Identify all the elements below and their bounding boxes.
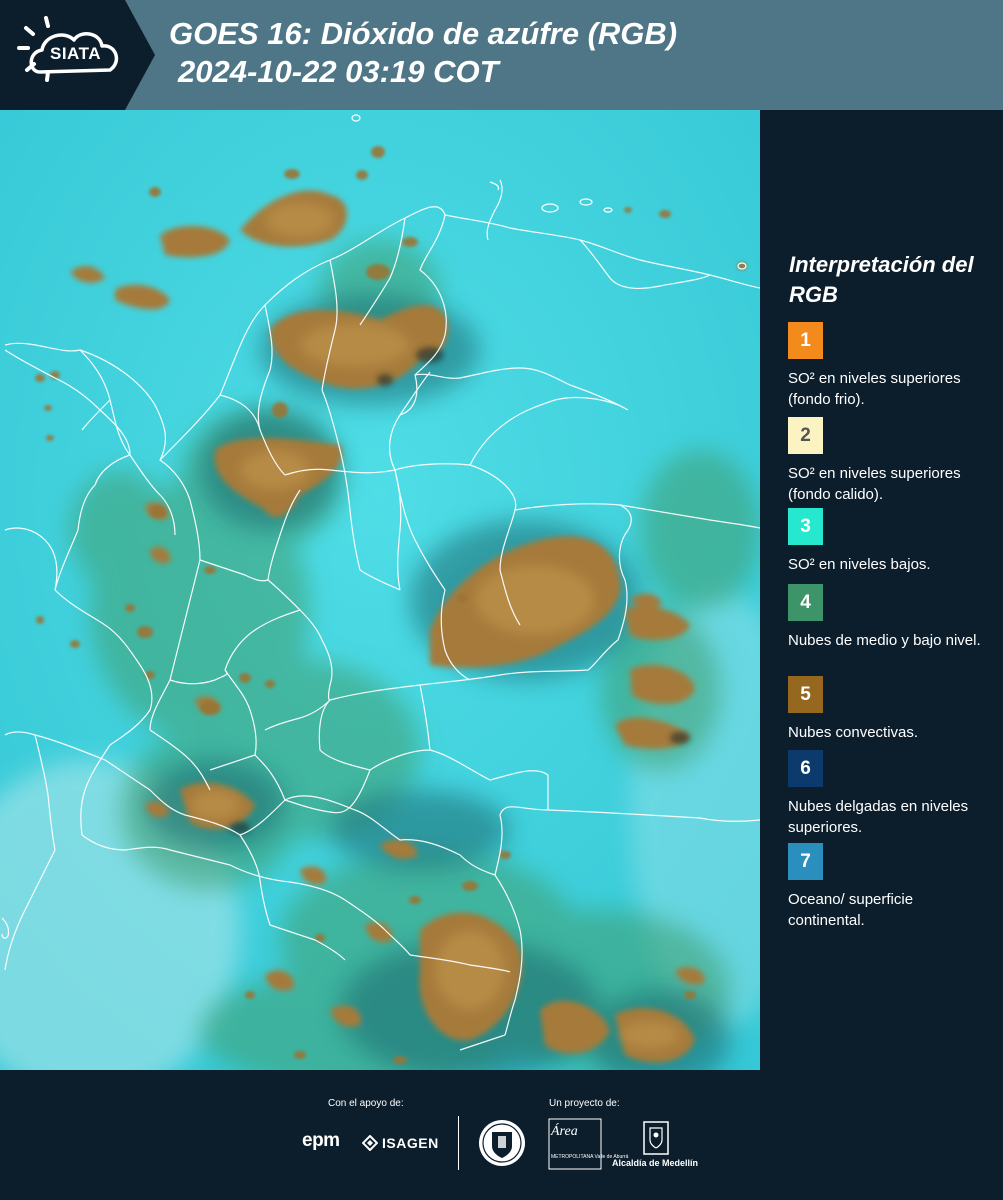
legend-swatch: 1 xyxy=(788,322,823,359)
legend-swatch: 4 xyxy=(788,584,823,621)
page-title: GOES 16: Dióxido de azúfre (RGB) xyxy=(169,16,678,51)
legend-text: Nubes convectivas. xyxy=(788,724,919,741)
support-label: Con el apoyo de: xyxy=(328,1098,404,1109)
legend-number: 5 xyxy=(800,683,811,705)
siata-logo-text: SIATA xyxy=(50,44,101,63)
legend-text: Oceano/ superficie continental. xyxy=(788,891,914,929)
header-bar: SIATA GOES 16: Dióxido de azúfre (RGB) 2… xyxy=(0,0,1003,110)
alcaldia-label: Alcaldía de Medellín xyxy=(612,1158,699,1168)
epm-logo: epm xyxy=(302,1130,340,1151)
legend-swatch: 5 xyxy=(788,676,823,713)
project-label: Un proyecto de: xyxy=(549,1098,620,1109)
legend-swatch: 6 xyxy=(788,750,823,787)
isagen-logo: ISAGEN xyxy=(362,1132,439,1154)
page-timestamp: 2024-10-22 03:19 COT xyxy=(178,54,499,89)
isagen-icon xyxy=(362,1135,378,1151)
medellin-seal-icon xyxy=(479,1120,525,1166)
legend-text: Nubes de medio y bajo nivel. xyxy=(788,632,981,649)
isagen-logo-text: ISAGEN xyxy=(382,1135,439,1151)
legend-text: SO² en niveles bajos. xyxy=(788,556,931,573)
legend-swatch: 7 xyxy=(788,843,823,880)
footer-divider xyxy=(458,1116,459,1170)
area-metropolitana-text: Área xyxy=(551,1124,578,1139)
footer-bar: Con el apoyo de: Un proyecto de: epm ISA… xyxy=(0,1070,1003,1200)
legend-swatch: 3 xyxy=(788,508,823,545)
legend-number: 2 xyxy=(800,424,811,446)
satellite-map[interactable] xyxy=(0,110,760,1070)
legend-text: SO² en niveles superiores (fondo calido)… xyxy=(788,465,961,503)
legend-swatch: 2 xyxy=(788,417,823,454)
legend-number: 3 xyxy=(800,515,811,537)
legend-number: 4 xyxy=(800,591,811,613)
legend-number: 1 xyxy=(800,329,811,351)
legend-panel: Interpretación del RGB 1 SO² en niveles … xyxy=(760,110,1003,1070)
legend-text: Nubes delgadas en niveles superiores. xyxy=(788,798,969,836)
legend-text: SO² en niveles superiores (fondo frio). xyxy=(788,370,961,408)
legend-number: 6 xyxy=(800,757,811,779)
siata-logo: SIATA xyxy=(0,0,155,110)
alcaldia-building-icon xyxy=(643,1121,669,1155)
legend-number: 7 xyxy=(800,850,811,872)
legend-title: Interpretación del RGB xyxy=(789,252,974,307)
